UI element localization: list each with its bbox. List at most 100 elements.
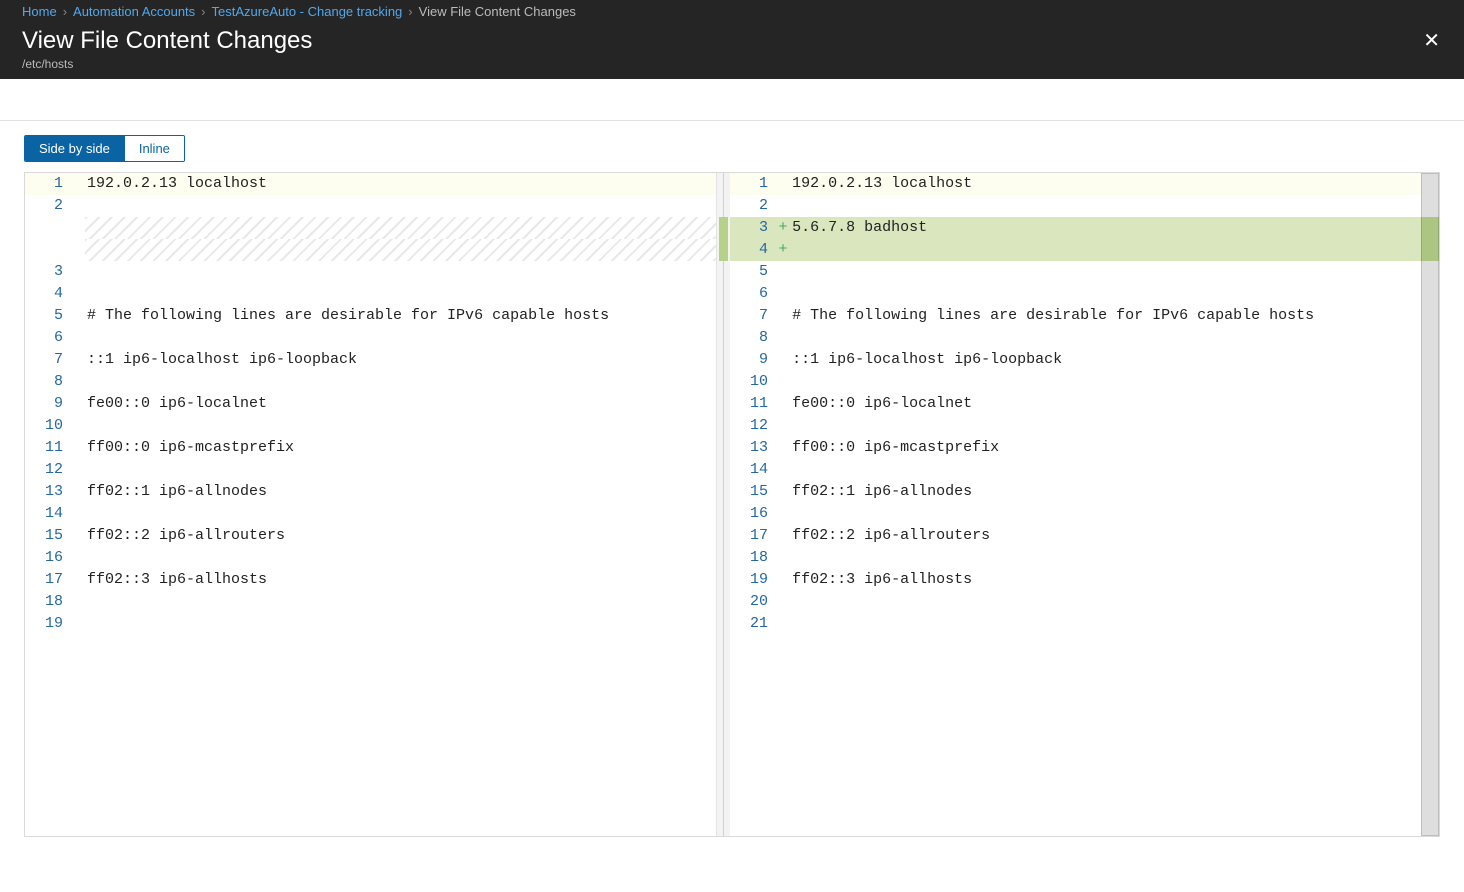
line-number: 13 [25, 481, 71, 503]
line-number: 8 [730, 327, 776, 349]
change-marker [71, 239, 85, 261]
change-marker [776, 173, 790, 195]
diff-minimap[interactable] [1421, 173, 1439, 836]
line-text: # The following lines are desirable for … [790, 305, 1421, 327]
change-marker [71, 305, 85, 327]
change-marker [71, 195, 85, 217]
breadcrumb-current: View File Content Changes [419, 4, 576, 19]
page-title-block: View File Content Changes /etc/hosts [22, 27, 312, 71]
diff-line-original: 19 [25, 613, 716, 635]
line-text [85, 503, 716, 525]
line-number: 9 [25, 393, 71, 415]
change-marker [71, 569, 85, 591]
breadcrumb-link-home[interactable]: Home [22, 4, 57, 19]
diff-line-modified: 14 [730, 459, 1421, 481]
diff-line-modified: 6 [730, 283, 1421, 305]
change-marker [71, 547, 85, 569]
view-mode-side-by-side[interactable]: Side by side [25, 136, 124, 161]
line-number: 19 [25, 613, 71, 635]
diff-line-original: 11ff00::0 ip6-mcastprefix [25, 437, 716, 459]
line-text [85, 459, 716, 481]
diff-line-modified: 2 [730, 195, 1421, 217]
diff-line-original: 9 fe00::0 ip6-localnet [25, 393, 716, 415]
diff-line-original: 7::1 ip6-localhost ip6-loopback [25, 349, 716, 371]
line-text: 192.0.2.13 localhost [85, 173, 716, 195]
change-marker [71, 349, 85, 371]
line-text: ff02::3 ip6-allhosts [790, 569, 1421, 591]
line-number: 1 [730, 173, 776, 195]
view-mode-inline[interactable]: Inline [124, 136, 184, 161]
change-marker [776, 393, 790, 415]
line-number: 7 [25, 349, 71, 371]
diff-line-modified: 17ff02::2 ip6-allrouters [730, 525, 1421, 547]
line-number: 11 [25, 437, 71, 459]
diff-line-modified: 18 [730, 547, 1421, 569]
line-number: 5 [25, 305, 71, 327]
line-text: ff02::2 ip6-allrouters [85, 525, 716, 547]
line-number: 10 [730, 371, 776, 393]
change-marker [776, 613, 790, 635]
line-number: 4 [730, 239, 776, 261]
line-text: ::1 ip6-localhost ip6-loopback [85, 349, 716, 371]
diff-overview-center[interactable] [716, 173, 730, 836]
line-number [25, 239, 71, 261]
view-mode-toolbar: Side by side Inline [0, 121, 1464, 172]
line-number: 16 [730, 503, 776, 525]
diff-line-modified: 12 [730, 415, 1421, 437]
line-text [85, 195, 716, 217]
header-bar: Home › Automation Accounts › TestAzureAu… [0, 0, 1464, 79]
change-marker [71, 327, 85, 349]
line-text [790, 459, 1421, 481]
change-marker [71, 173, 85, 195]
line-number: 6 [730, 283, 776, 305]
line-text [790, 261, 1421, 283]
line-number: 16 [25, 547, 71, 569]
diff-line-original: 12 [25, 459, 716, 481]
line-number: 17 [25, 569, 71, 591]
line-number: 15 [730, 481, 776, 503]
change-marker: + [776, 217, 790, 239]
diff-line-modified: 15 ff02::1 ip6-allnodes [730, 481, 1421, 503]
diff-line-modified: 20 [730, 591, 1421, 613]
change-marker [71, 217, 85, 239]
line-number [25, 217, 71, 239]
change-marker [71, 459, 85, 481]
change-marker [71, 525, 85, 547]
line-number: 2 [25, 195, 71, 217]
diff-line-modified: 13ff00::0 ip6-mcastprefix [730, 437, 1421, 459]
line-text: 192.0.2.13 localhost [790, 173, 1421, 195]
line-number: 6 [25, 327, 71, 349]
diff-line-original: 15 ff02::2 ip6-allrouters [25, 525, 716, 547]
diff-line-modified: 21 [730, 613, 1421, 635]
diff-line-original: 5# The following lines are desirable for… [25, 305, 716, 327]
close-button[interactable]: ✕ [1417, 27, 1446, 55]
breadcrumb-link-automation-accounts[interactable]: Automation Accounts [73, 4, 195, 19]
line-text [85, 547, 716, 569]
breadcrumb-link-change-tracking[interactable]: TestAzureAuto - Change tracking [212, 4, 403, 19]
line-text: fe00::0 ip6-localnet [85, 393, 716, 415]
minimap-viewport[interactable] [1421, 173, 1439, 836]
diff-line-original [25, 239, 716, 261]
change-marker [776, 525, 790, 547]
change-marker [776, 415, 790, 437]
view-mode-segmented: Side by side Inline [24, 135, 185, 162]
line-text [85, 591, 716, 613]
diff-pane-modified[interactable]: 1192.0.2.13 localhost23+5.6.7.8 badhost4… [730, 173, 1421, 836]
line-text: ff02::1 ip6-allnodes [790, 481, 1421, 503]
diff-pane-original[interactable]: 1192.0.2.13 localhost2345# The following… [25, 173, 716, 836]
line-number: 3 [730, 217, 776, 239]
diff-line-original: 17ff02::3 ip6-allhosts [25, 569, 716, 591]
line-number: 15 [25, 525, 71, 547]
change-marker [776, 371, 790, 393]
line-number: 19 [730, 569, 776, 591]
close-icon: ✕ [1423, 30, 1440, 52]
chevron-right-icon: › [408, 4, 412, 19]
diff-line-original [25, 217, 716, 239]
line-number: 7 [730, 305, 776, 327]
change-marker [776, 591, 790, 613]
line-number: 12 [730, 415, 776, 437]
diff-line-original: 8 [25, 371, 716, 393]
content-divider [0, 79, 1464, 121]
line-text [85, 217, 716, 239]
line-text: ff02::2 ip6-allrouters [790, 525, 1421, 547]
